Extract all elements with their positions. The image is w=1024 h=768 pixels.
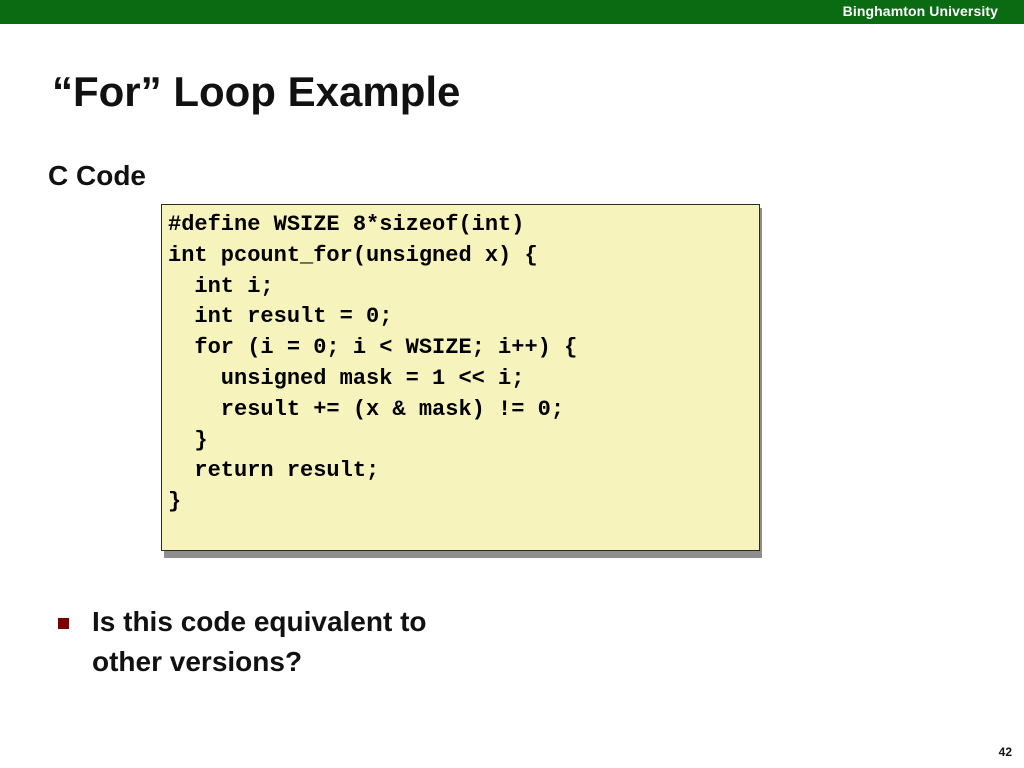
code-line: int result = 0;	[168, 304, 393, 330]
code-line: int i;	[168, 273, 274, 299]
code-line: int pcount_for(unsigned x) {	[168, 242, 538, 268]
bullet-text-line: Is this code equivalent to	[92, 606, 427, 637]
code-line: }	[168, 427, 208, 453]
code-box: #define WSIZE 8*sizeof(int) int pcount_f…	[161, 204, 760, 551]
page-number: 42	[998, 745, 1012, 759]
university-name: Binghamton University	[842, 3, 998, 19]
code-line: result += (x & mask) != 0;	[168, 396, 565, 422]
section-label: C Code	[48, 160, 146, 191]
square-bullet-icon	[58, 618, 69, 629]
bullet-text-line: other versions?	[92, 646, 303, 677]
code-line: unsigned mask = 1 << i;	[168, 365, 525, 391]
slide-title: “For” Loop Example	[52, 68, 461, 115]
bullet-text: Is this code equivalent to other version…	[92, 602, 512, 682]
code-line: return result;	[168, 458, 380, 484]
code-line: #define WSIZE 8*sizeof(int)	[168, 212, 525, 237]
header-bar: Binghamton University	[0, 0, 1024, 24]
code-line: }	[168, 489, 182, 515]
code-line: for (i = 0; i < WSIZE; i++) {	[168, 335, 578, 361]
